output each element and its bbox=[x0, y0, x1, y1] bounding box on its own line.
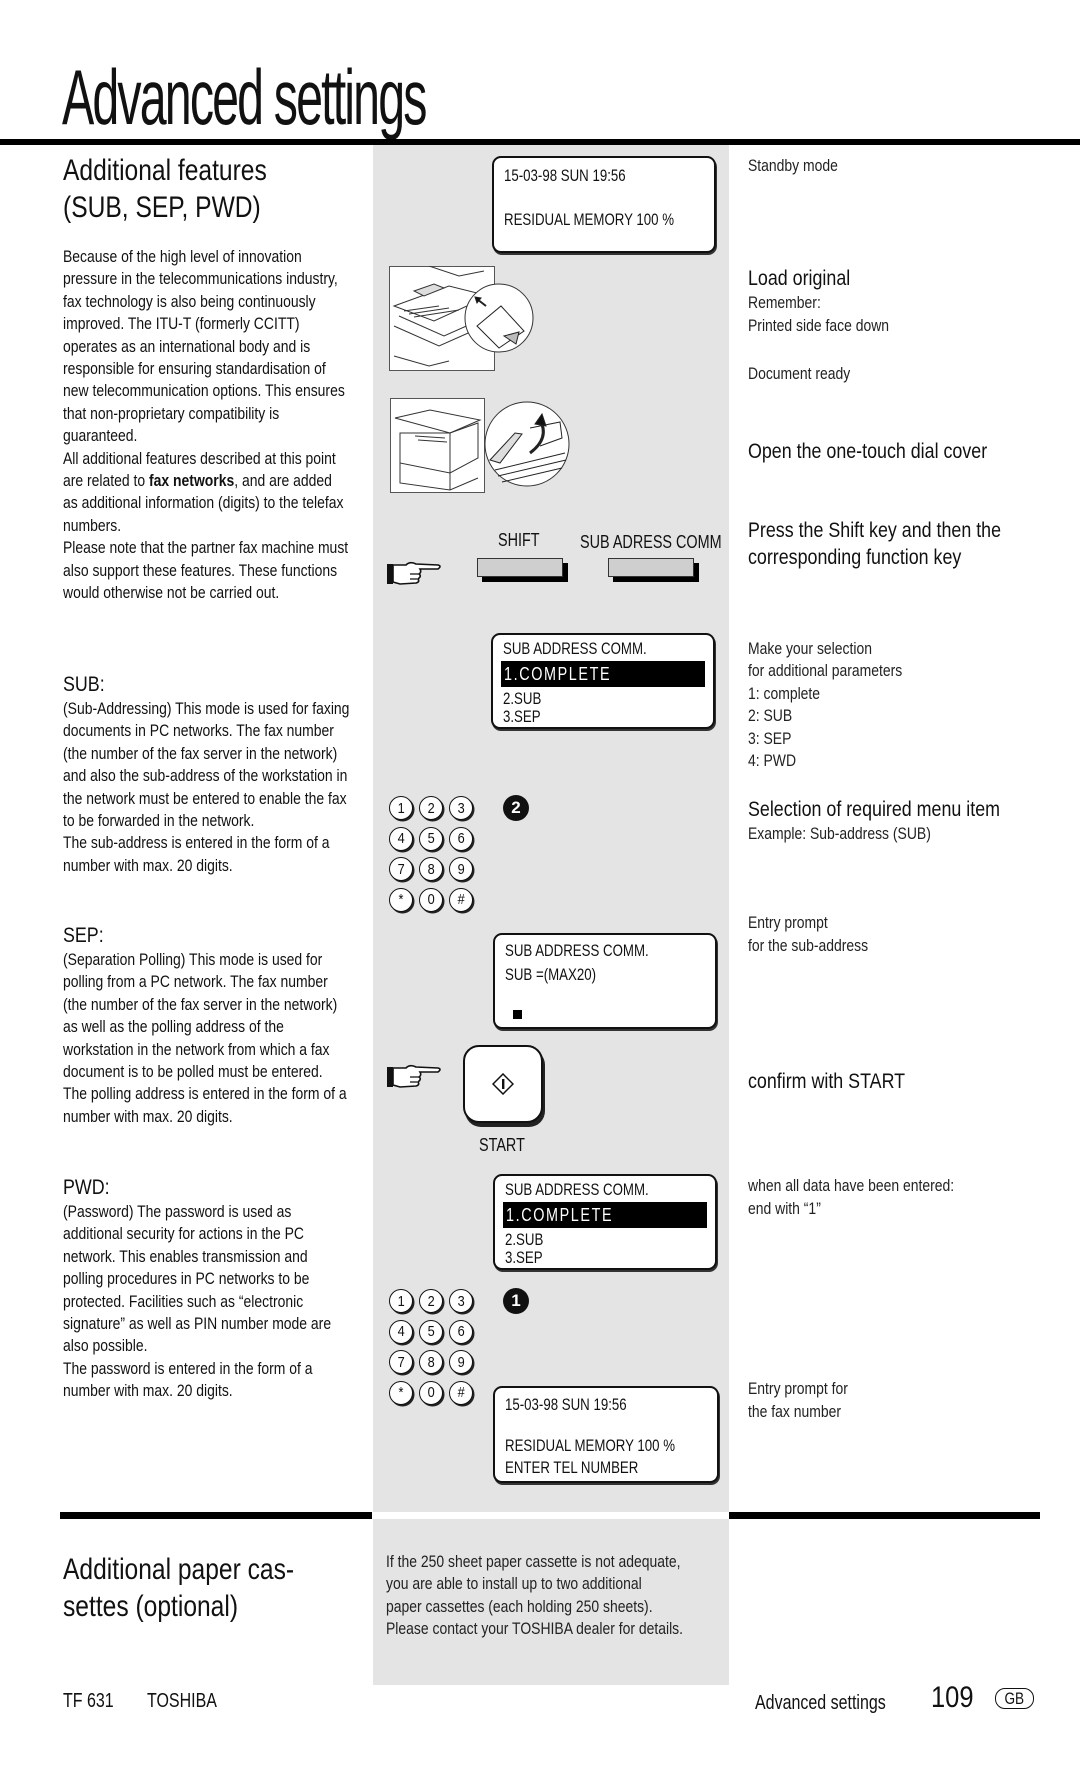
instruction-standby: Standby mode bbox=[748, 156, 838, 175]
language-badge: GB bbox=[995, 1688, 1034, 1709]
instruction-entry-prompt-l1: Entry prompt bbox=[748, 913, 828, 932]
selection-list-line: Make your selection bbox=[748, 639, 872, 658]
keypad-key[interactable]: 2 bbox=[419, 1289, 443, 1313]
keypad-key[interactable]: * bbox=[389, 1380, 413, 1405]
section-divider-left bbox=[60, 1512, 372, 1519]
step-digit-badge: 1 bbox=[503, 1288, 529, 1314]
instruction-document-ready: Document ready bbox=[748, 364, 851, 383]
keypad-key[interactable]: 3 bbox=[449, 796, 473, 820]
lcd-menu-display-2: SUB ADDRESS COMM. 1.COMPLETE 2.SUB 3.SEP bbox=[493, 1174, 717, 1270]
sub-description: (Sub-Addressing) This mode is used for f… bbox=[63, 699, 350, 875]
start-label: START bbox=[479, 1135, 525, 1155]
instruction-open-cover: Open the one-touch dial cover bbox=[748, 440, 988, 463]
section-title-line: Additional paper cas- bbox=[63, 1553, 295, 1586]
keypad-key[interactable]: # bbox=[449, 887, 473, 912]
instruction-confirm-start: confirm with START bbox=[748, 1070, 906, 1093]
intro-paragraph-1: Because of the high level of innovation … bbox=[63, 247, 345, 446]
load-original-illustration bbox=[389, 265, 534, 372]
selection-list-line: 2: SUB bbox=[748, 706, 793, 726]
keypad-key[interactable]: 5 bbox=[419, 826, 443, 851]
keypad: 1 2 3 4 5 6 7 8 9 * 0 # bbox=[389, 796, 475, 914]
section-title-line: (SUB, SEP, PWD) bbox=[63, 191, 261, 224]
instruction-entry-prompt-l2: for the sub-address bbox=[748, 936, 869, 955]
instruction-selection-list: Make your selection for additional parame… bbox=[748, 638, 936, 772]
intro-paragraph-3: Please note that the partner fax machine… bbox=[63, 538, 349, 603]
keypad-key[interactable]: 8 bbox=[419, 1350, 443, 1374]
keypad-key[interactable]: 1 bbox=[389, 1289, 413, 1313]
footer-brand: TOSHIBA bbox=[147, 1690, 217, 1712]
keypad-key[interactable]: 6 bbox=[449, 826, 473, 851]
page-title: Advanced settings bbox=[62, 53, 427, 141]
instruction-fax-prompt-l1: Entry prompt for bbox=[748, 1379, 848, 1398]
instruction-required-example: Example: Sub-address (SUB) bbox=[748, 824, 931, 843]
keypad: 1 2 3 4 5 6 7 8 9 * 0 # bbox=[389, 1289, 475, 1407]
instruction-press-shift-line1: Press the Shift key and then the bbox=[748, 519, 1002, 542]
keypad-key[interactable]: 8 bbox=[419, 857, 443, 881]
step-digit-badge: 2 bbox=[503, 795, 529, 821]
instruction-fax-prompt-l2: the fax number bbox=[748, 1402, 841, 1421]
pwd-heading: PWD: bbox=[63, 1176, 110, 1199]
lcd-standby-display: 15-03-98 SUN 19:56 RESIDUAL MEMORY 100 % bbox=[492, 156, 716, 253]
lcd-final-display: 15-03-98 SUN 19:56 RESIDUAL MEMORY 100 %… bbox=[493, 1386, 719, 1483]
cassettes-description: If the 250 sheet paper cassette is not a… bbox=[386, 1552, 684, 1639]
page-number: 109 bbox=[931, 1681, 974, 1714]
pwd-description: (Password) The password is used as addit… bbox=[63, 1202, 332, 1401]
instruction-required-title: Selection of required menu item bbox=[748, 798, 1001, 821]
instruction-end-l1: when all data have been entered: bbox=[748, 1176, 955, 1195]
keypad-key[interactable]: 7 bbox=[389, 1350, 413, 1374]
keypad-key[interactable]: 0 bbox=[419, 1380, 443, 1405]
footer-model: TF 631 bbox=[63, 1690, 114, 1712]
keypad-key[interactable]: # bbox=[449, 1380, 473, 1405]
keypad-key[interactable]: 0 bbox=[419, 887, 443, 912]
section-title-line: settes (optional) bbox=[63, 1590, 239, 1623]
input-cursor bbox=[513, 1010, 522, 1019]
keypad-key[interactable]: 9 bbox=[449, 857, 473, 881]
shift-key-label: SHIFT bbox=[498, 530, 540, 550]
keypad-key[interactable]: 6 bbox=[449, 1319, 473, 1344]
instruction-load-title: Load original bbox=[748, 267, 851, 290]
selection-list-line: for additional parameters bbox=[748, 661, 903, 681]
keypad-key[interactable]: 4 bbox=[389, 1319, 413, 1344]
start-diamond-icon bbox=[492, 1073, 514, 1095]
sep-description: (Separation Polling) This mode is used f… bbox=[63, 950, 347, 1126]
selection-list-line: 1: complete bbox=[748, 683, 821, 703]
lcd-entry-display: SUB ADDRESS COMM. SUB =(MAX20) bbox=[493, 933, 717, 1029]
keypad-key[interactable]: 7 bbox=[389, 857, 413, 881]
sub-address-comm-key[interactable] bbox=[608, 558, 694, 577]
intro-text: Because of the high level of innovation … bbox=[63, 246, 350, 605]
keypad-key[interactable]: 4 bbox=[389, 826, 413, 851]
keypad-key[interactable]: * bbox=[389, 887, 413, 912]
section-title-features: Additional features (SUB, SEP, PWD) bbox=[63, 152, 267, 226]
section-title-line: Additional features bbox=[63, 154, 267, 187]
pointing-hand-icon bbox=[386, 1063, 444, 1091]
keypad-key[interactable]: 5 bbox=[419, 1319, 443, 1344]
menu-highlight-complete: 1.COMPLETE bbox=[503, 1202, 707, 1228]
sep-heading: SEP: bbox=[63, 924, 104, 947]
fax-networks-emphasis: fax networks bbox=[149, 471, 235, 491]
keypad-key[interactable]: 2 bbox=[419, 796, 443, 820]
sub-address-key-label: SUB ADRESS COMM bbox=[580, 532, 722, 552]
footer-section-name: Advanced settings bbox=[755, 1692, 886, 1714]
section-title-cassettes: Additional paper cas- settes (optional) bbox=[63, 1551, 294, 1625]
instruction-load-remember: Remember: bbox=[748, 293, 821, 312]
instruction-load-face-down: Printed side face down bbox=[748, 316, 890, 335]
keypad-key[interactable]: 9 bbox=[449, 1350, 473, 1374]
instruction-press-shift-line2: corresponding function key bbox=[748, 546, 962, 569]
start-button[interactable] bbox=[463, 1045, 543, 1123]
instruction-end-l2: end with “1” bbox=[748, 1199, 821, 1218]
keypad-key[interactable]: 1 bbox=[389, 796, 413, 820]
shift-key[interactable] bbox=[477, 558, 563, 577]
selection-list-line: 3: SEP bbox=[748, 728, 792, 748]
menu-highlight-complete: 1.COMPLETE bbox=[501, 661, 705, 687]
lcd-menu-display: SUB ADDRESS COMM. 1.COMPLETE 2.SUB 3.SEP bbox=[491, 633, 715, 729]
keypad-key[interactable]: 3 bbox=[449, 1289, 473, 1313]
section-divider-right bbox=[729, 1512, 1040, 1519]
selection-list-line: 4: PWD bbox=[748, 751, 797, 771]
open-cover-illustration bbox=[390, 398, 572, 494]
sub-heading: SUB: bbox=[63, 673, 105, 696]
pointing-hand-icon bbox=[386, 560, 444, 588]
intro-paragraph-2: All additional features described at thi… bbox=[63, 448, 344, 535]
